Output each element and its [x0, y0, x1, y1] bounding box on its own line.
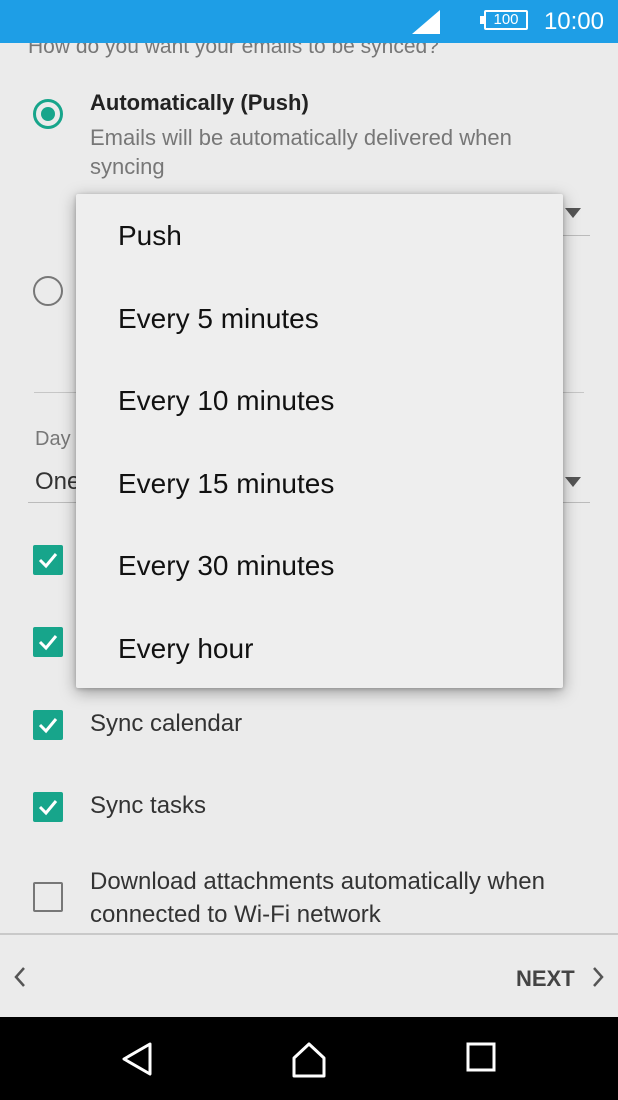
back-chevron-icon[interactable] — [12, 965, 28, 989]
menu-item-every-10-minutes[interactable]: Every 10 minutes — [118, 385, 334, 417]
sync-tasks-label: Sync tasks — [90, 792, 207, 819]
nav-back-icon[interactable] — [120, 1041, 154, 1077]
checkbox-download-attachments[interactable] — [33, 882, 63, 912]
dropdown-underline — [560, 235, 590, 236]
battery-icon: 100 — [484, 10, 528, 30]
sync-question: How do you want your emails to be synced… — [28, 43, 439, 58]
bottom-action-bar: NEXT — [0, 933, 618, 1017]
signal-icon — [412, 10, 440, 34]
option-auto-title: Automatically (Push) — [90, 90, 309, 115]
download-attachments-label: Download attachments automatically when … — [90, 868, 545, 928]
next-button[interactable]: NEXT — [516, 966, 575, 992]
status-bar: 100 10:00 — [0, 0, 618, 43]
menu-item-every-hour[interactable]: Every hour — [118, 633, 253, 665]
menu-item-every-15-minutes[interactable]: Every 15 minutes — [118, 468, 334, 500]
check-icon — [38, 718, 58, 734]
option-auto-description: Emails will be automatically delivered w… — [90, 125, 512, 179]
checkbox-sync-tasks[interactable] — [33, 792, 63, 822]
days-dropdown-arrow-icon[interactable] — [565, 477, 581, 487]
sync-calendar-label: Sync calendar — [90, 710, 243, 737]
check-icon — [38, 800, 58, 816]
status-time: 10:00 — [543, 8, 604, 35]
days-field-label: Day — [35, 428, 71, 450]
days-field-value[interactable]: One — [35, 468, 80, 496]
radio-manual[interactable] — [33, 276, 63, 306]
check-icon — [38, 553, 58, 569]
next-chevron-icon[interactable] — [590, 965, 606, 989]
menu-item-push[interactable]: Push — [118, 220, 182, 252]
dropdown-arrow-icon[interactable] — [565, 208, 581, 218]
menu-item-every-5-minutes[interactable]: Every 5 minutes — [118, 303, 319, 335]
check-icon — [38, 635, 58, 651]
radio-automatic-push[interactable] — [33, 99, 63, 129]
checkbox-2[interactable] — [33, 627, 63, 657]
checkbox-sync-calendar[interactable] — [33, 710, 63, 740]
system-nav-bar — [0, 1017, 618, 1100]
sync-frequency-menu: Push Every 5 minutes Every 10 minutes Ev… — [76, 194, 563, 688]
menu-item-every-30-minutes[interactable]: Every 30 minutes — [118, 550, 334, 582]
nav-home-icon[interactable] — [290, 1041, 328, 1079]
nav-recents-icon[interactable] — [466, 1041, 496, 1073]
checkbox-1[interactable] — [33, 545, 63, 575]
